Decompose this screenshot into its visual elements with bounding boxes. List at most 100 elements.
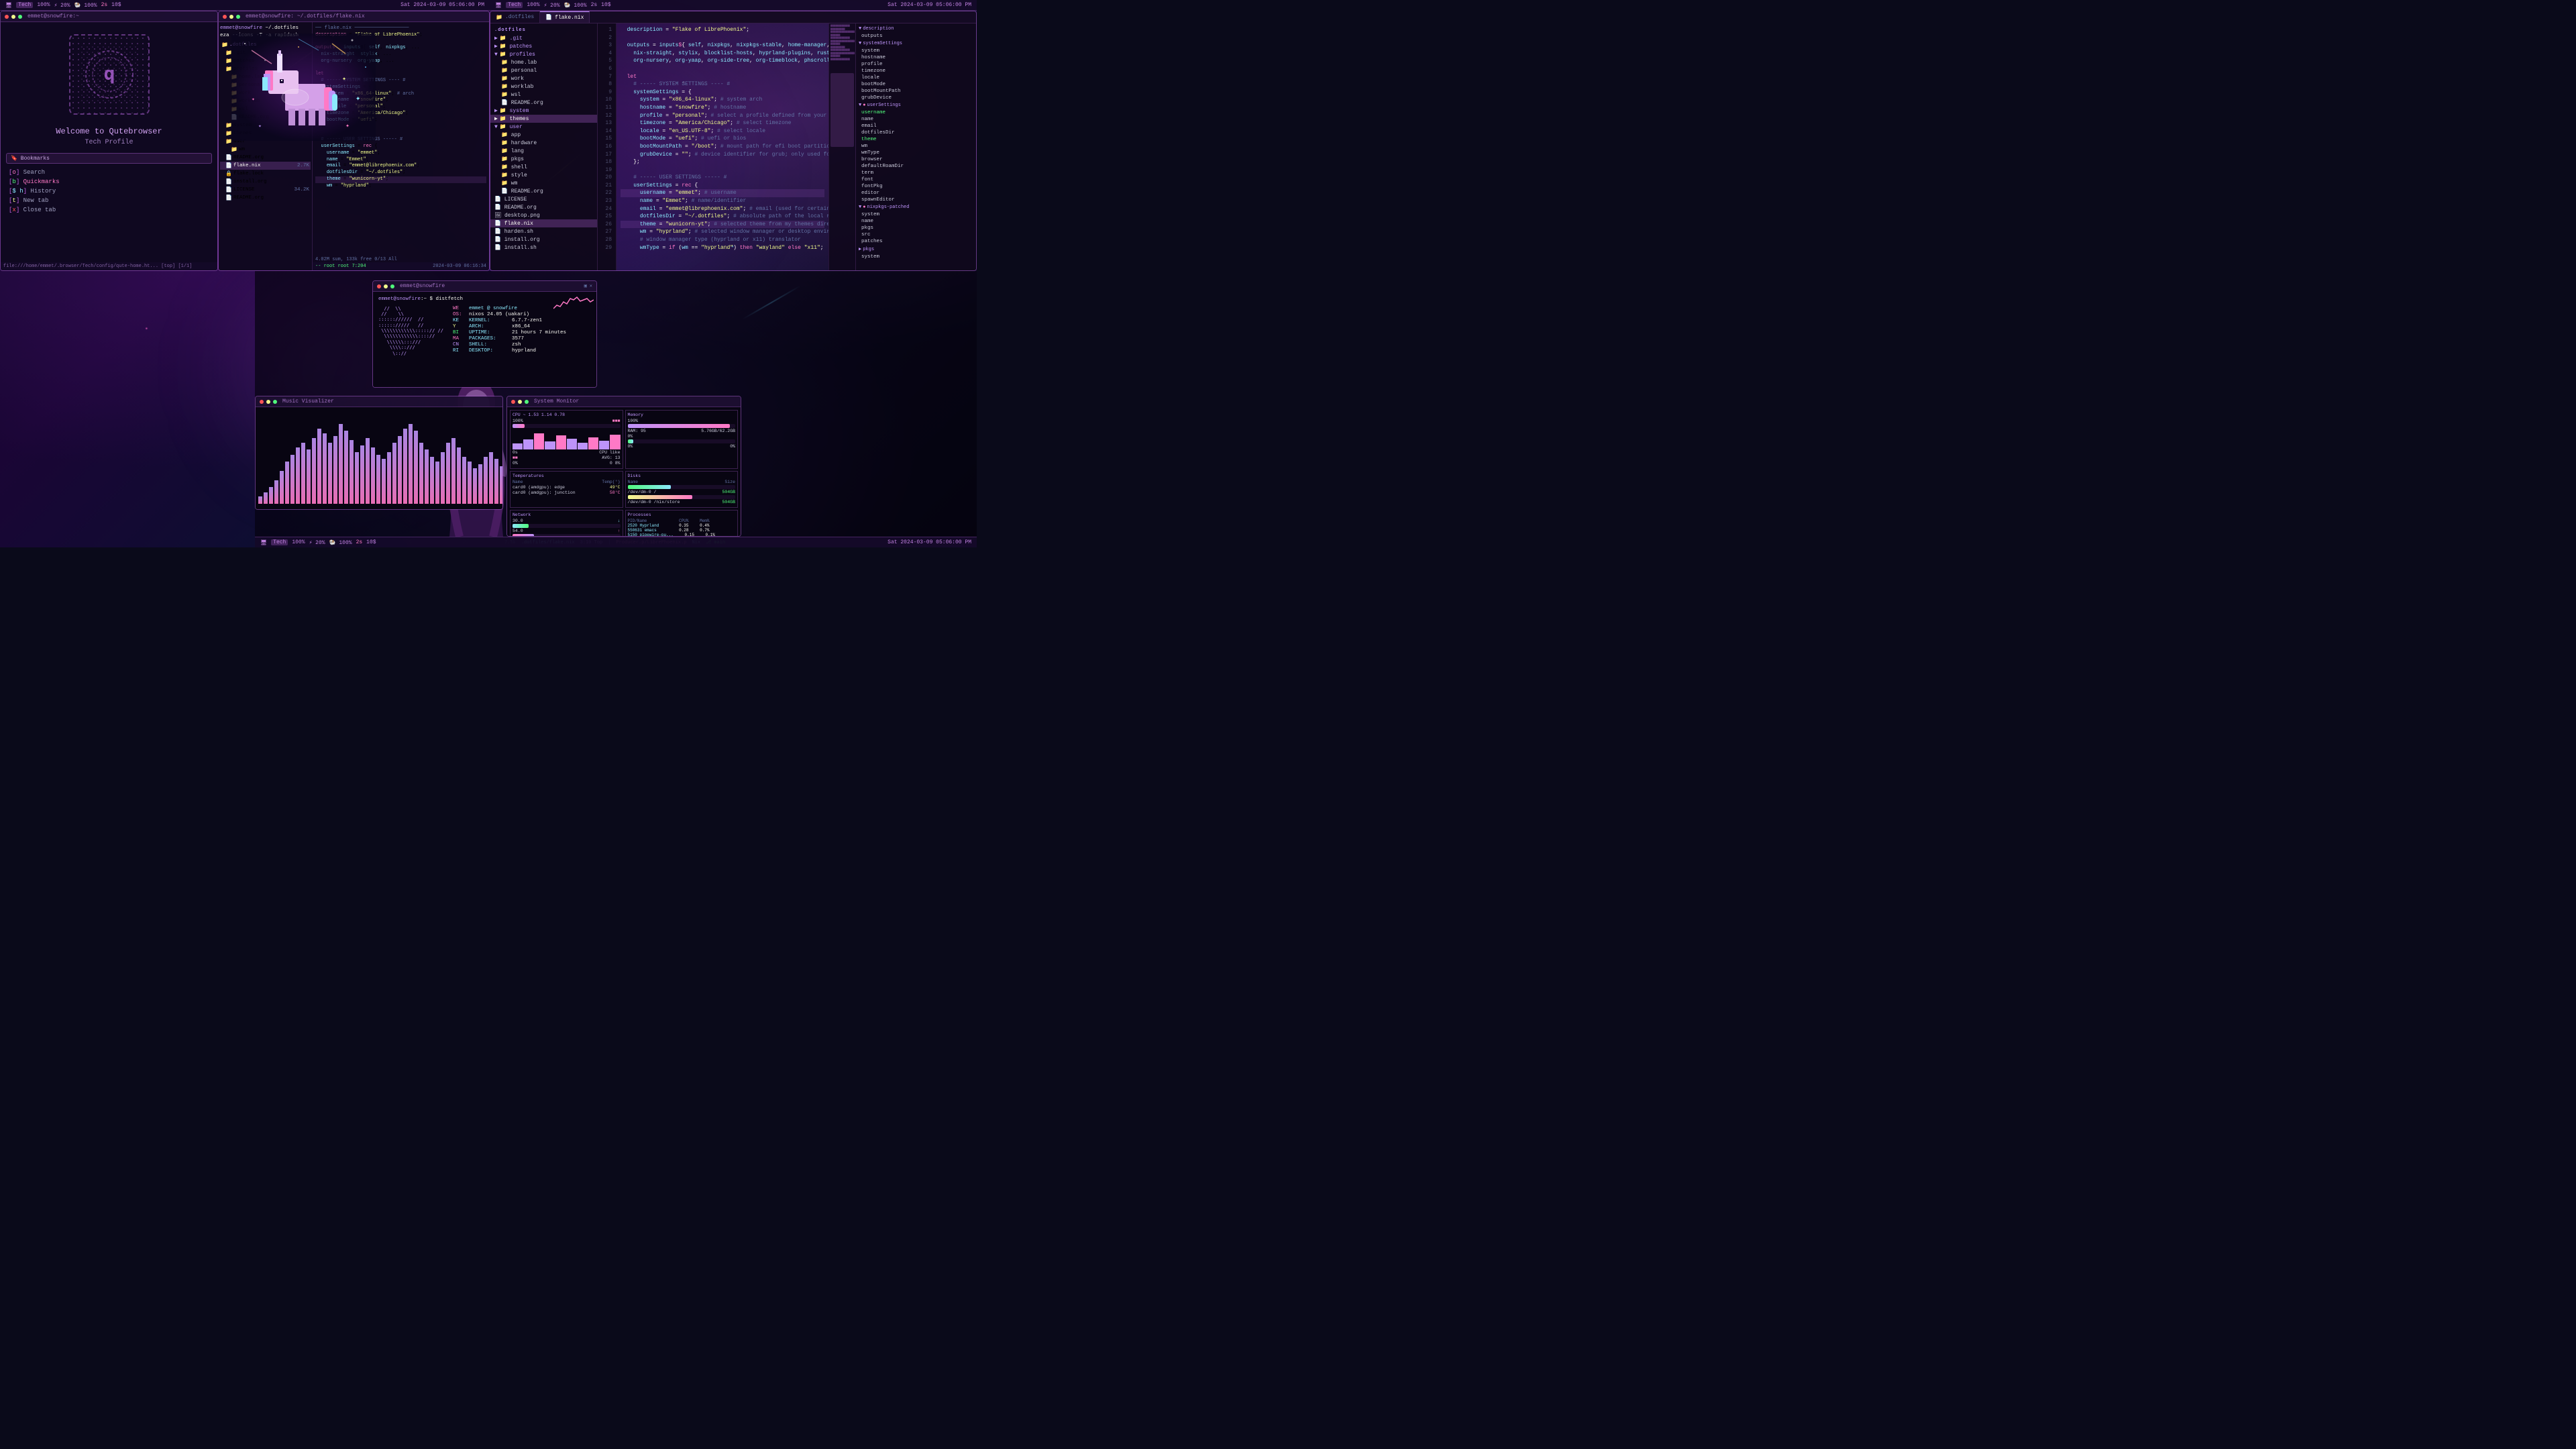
status-cpu: ⚡ 20% [54, 2, 70, 9]
sysmon-memory-bar [628, 424, 736, 428]
terminal-titlebar: emmet@snowfire: ~/.dotfiles/flake.nix [219, 11, 489, 22]
sidebar-profiles[interactable]: ▼ 📁 profiles [490, 50, 597, 58]
ecode-10: system = "x86_64-linux"; # system arch [621, 96, 824, 104]
sysmon-disk2-row: /dev/dm-0 /nix/store 504GB [628, 500, 736, 504]
eq-bar-39 [468, 462, 472, 504]
sidebar-desktop-png[interactable]: 🖼 desktop.png [490, 211, 597, 219]
qute-menu-closetab[interactable]: [x] Close tab [6, 205, 212, 215]
cpu-bar-8 [588, 437, 598, 449]
term-close-dot[interactable] [223, 15, 227, 19]
fetch-maximize[interactable] [390, 284, 394, 288]
tree-item-installorg: 📄 install.org [220, 178, 311, 186]
sidebar-personal[interactable]: 📁 personal [490, 66, 597, 74]
status-ws2[interactable]: 10$ [111, 2, 121, 8]
fetch-close[interactable] [377, 284, 381, 288]
sidebar-license[interactable]: 📄 LICENSE [490, 195, 597, 203]
sidebar-user[interactable]: ▼ 📁 user [490, 123, 597, 131]
maximize-dot[interactable] [18, 15, 22, 19]
close-dot[interactable] [5, 15, 9, 19]
right-panel-editor: editor [856, 190, 976, 197]
sidebar-wm[interactable]: 📁 wm [490, 179, 597, 187]
eq-bar-27 [403, 429, 407, 504]
eq-bar-21 [371, 447, 375, 504]
sysmon-close[interactable] [511, 400, 515, 404]
qute-menu-quickmarks[interactable]: [b] Quickmarks [6, 177, 212, 186]
bottom-ws-1[interactable]: 2s [356, 539, 363, 545]
eq-close[interactable] [260, 400, 264, 404]
term-minimize-dot[interactable] [229, 15, 233, 19]
qute-menu: [o] Search [b] Quickmarks [$ h] History … [6, 168, 212, 215]
sysmon-cpu-bar-fill [513, 424, 525, 428]
sidebar-readme-p[interactable]: 📄 README.org [490, 99, 597, 107]
sidebar-lang[interactable]: 📁 lang [490, 147, 597, 155]
status-right-ws2[interactable]: 10$ [601, 2, 610, 8]
sidebar-themes[interactable]: ▶ 📁 themes [490, 115, 597, 123]
right-panel-desc-header: ▼ description [856, 25, 976, 33]
sidebar-system[interactable]: ▶ 📁 system [490, 107, 597, 115]
eq-maximize[interactable] [273, 400, 277, 404]
term-maximize-dot[interactable] [236, 15, 240, 19]
sidebar-style[interactable]: 📁 style [490, 171, 597, 179]
sidebar-work[interactable]: 📁 work [490, 74, 597, 83]
qute-menu-newtab[interactable]: [t] New tab [6, 196, 212, 205]
eq-bar-28 [409, 424, 413, 504]
right-panel-username: username [856, 109, 976, 116]
fetch-titlebar-left: emmet@snowfire [377, 283, 445, 289]
terminal-titlebar-left: emmet@snowfire: ~/.dotfiles/flake.nix [223, 13, 365, 19]
sidebar-hardware[interactable]: 📁 hardware [490, 139, 597, 147]
eq-bar-24 [387, 452, 391, 504]
sidebar-app[interactable]: 📁 app [490, 131, 597, 139]
sidebar-wsl[interactable]: 📁 wsl [490, 91, 597, 99]
svg-text:✦: ✦ [258, 123, 262, 129]
sidebar-git[interactable]: ▶ 📁 .git [490, 34, 597, 42]
sysmon-swap-fill [628, 439, 633, 443]
sysmon-memory-bottom-row: 0% [628, 434, 736, 439]
ecode-12: profile = "personal"; # select a profile… [621, 112, 824, 120]
editor-line-numbers: 12345 678910 1112131415 1617181920 21222… [598, 23, 616, 270]
fetch-minimize[interactable] [384, 284, 388, 288]
status-battery: 100% [37, 2, 50, 8]
sidebar-hardensh[interactable]: 📄 harden.sh [490, 227, 597, 235]
eq-minimize[interactable] [266, 400, 270, 404]
bottom-status-left: 🖥 Tech 100% ⚡ 20% 🐏 100% 2s 10$ [260, 539, 888, 546]
editor-tab-dotfiles[interactable]: 📁 .dotfiles [490, 11, 540, 23]
sidebar-readme3[interactable]: 📄 README.org [490, 187, 597, 195]
sysmon-disk1-fill [628, 485, 671, 489]
code-line-23: theme = "wunicorn-yt"; [315, 176, 486, 183]
status-ws1[interactable]: 2s [101, 2, 108, 8]
bottom-ws-2[interactable]: 10$ [366, 539, 376, 545]
eq-bar-30 [419, 443, 423, 504]
sidebar-readme4[interactable]: 📄 README.org [490, 203, 597, 211]
status-right-ws[interactable]: 2s [591, 2, 598, 8]
sidebar-installorg[interactable]: 📄 install.org [490, 235, 597, 244]
sidebar-homelab[interactable]: 📁 home.lab [490, 58, 597, 66]
editor-tab-flakenix[interactable]: 📄 flake.nix [540, 11, 590, 23]
ecode-20: # ----- USER SETTINGS ----- # [621, 174, 824, 182]
right-panel-syssettings-header: ▼ systemSettings [856, 40, 976, 48]
sidebar-pkgs[interactable]: 📁 pkgs [490, 155, 597, 163]
eq-bar-33 [435, 462, 439, 504]
qute-menu-history[interactable]: [$ h] History [6, 186, 212, 196]
cpu-bar-9 [599, 441, 609, 450]
sysmon-minimize[interactable] [518, 400, 522, 404]
sidebar-shell[interactable]: 📁 shell [490, 163, 597, 171]
eq-bar-25 [392, 443, 396, 504]
sidebar-worklab[interactable]: 📁 worklab [490, 83, 597, 91]
cpu-bar-3 [534, 433, 544, 449]
right-panel-font: font [856, 176, 976, 183]
right-panel-nx-name: name [856, 218, 976, 225]
sysmon-maximize[interactable] [525, 400, 529, 404]
qute-menu-search[interactable]: [o] Search [6, 168, 212, 177]
right-panel-locale: locale [856, 74, 976, 81]
sysmon-cpu-header: CPU ~ 1.53 1.14 0.78 [513, 413, 621, 417]
right-panel-wmtype: wmType [856, 150, 976, 156]
fetch-packages-row: MA PACKAGES: 3577 [453, 336, 591, 341]
eq-bar-23 [382, 459, 386, 504]
sidebar-flakenix[interactable]: 📄 flake.nix [490, 219, 597, 227]
minimize-dot[interactable] [11, 15, 15, 19]
sidebar-patches[interactable]: ▶ 📁 patches [490, 42, 597, 50]
ecode-2 [621, 34, 824, 42]
right-panel-hostname: hostname [856, 54, 976, 61]
sidebar-installsh[interactable]: 📄 install.sh [490, 244, 597, 252]
code-editor-window: 📁 .dotfiles 📄 flake.nix .dotfiles ▶ 📁 .g… [490, 11, 977, 271]
